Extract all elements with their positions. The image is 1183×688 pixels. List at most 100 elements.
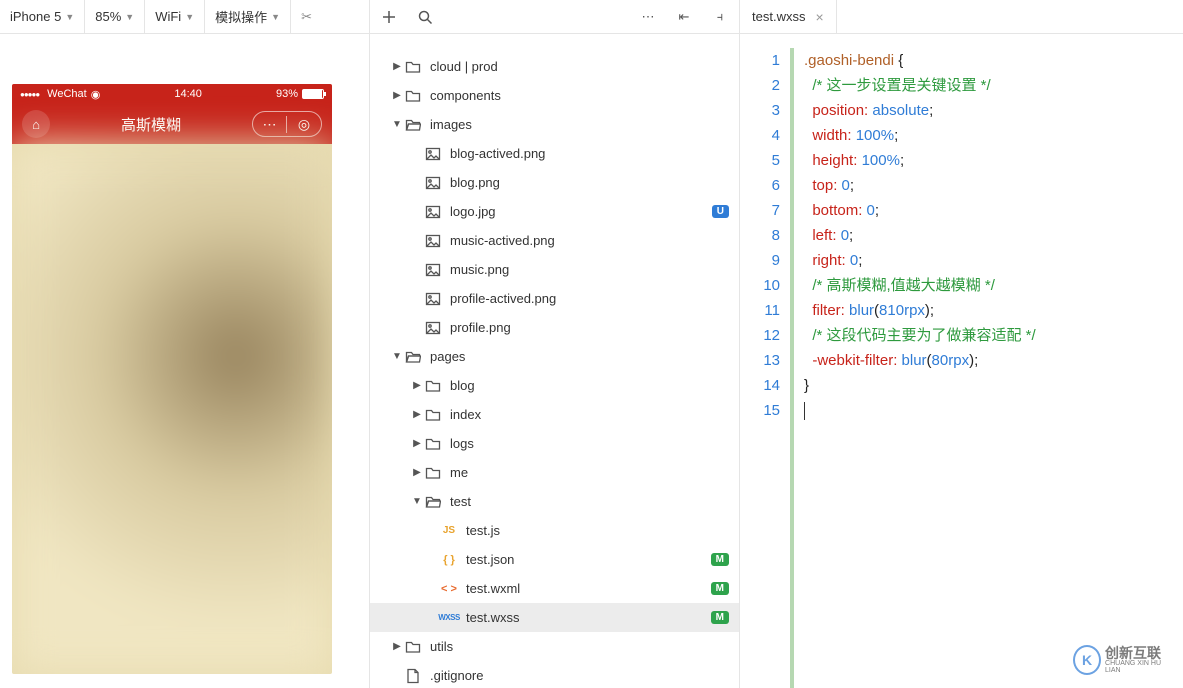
folder-open-icon — [404, 116, 422, 134]
line-number: 8 — [740, 223, 780, 248]
editor-tabs: test.wxss × — [740, 0, 1183, 34]
mock-label: 模拟操作 — [215, 7, 267, 26]
cut-icon[interactable]: ✂ — [291, 0, 322, 33]
close-icon[interactable]: × — [815, 9, 823, 25]
line-number: 4 — [740, 123, 780, 148]
line-number: 12 — [740, 323, 780, 348]
caret-icon: ▶ — [410, 380, 424, 391]
add-file-icon[interactable] — [378, 6, 400, 28]
caret-icon: ▼ — [410, 496, 424, 507]
tree-item-profile-png[interactable]: profile.png — [370, 313, 739, 342]
tree-item-label: profile-actived.png — [450, 291, 729, 306]
image-icon — [424, 203, 442, 221]
tree-item-logo-jpg[interactable]: logo.jpgU — [370, 197, 739, 226]
mock-select[interactable]: 模拟操作▼ — [205, 0, 291, 33]
tree-item-label: music-actived.png — [450, 233, 729, 248]
layout-icon[interactable]: ⫞ — [709, 6, 731, 28]
file-tree[interactable]: ▶cloud | prod▶components▼imagesblog-acti… — [370, 34, 739, 688]
tree-item-index[interactable]: ▶index — [370, 400, 739, 429]
tree-item-blog-actived-png[interactable]: blog-actived.png — [370, 139, 739, 168]
tree-item-label: profile.png — [450, 320, 729, 335]
device-select[interactable]: iPhone 5▼ — [0, 0, 85, 33]
search-icon[interactable] — [414, 6, 436, 28]
tree-item-music-png[interactable]: music.png — [370, 255, 739, 284]
network-select[interactable]: WiFi▼ — [145, 0, 205, 33]
tree-item-test-wxss[interactable]: WXSStest.wxssM — [370, 603, 739, 632]
battery-label: 93% — [276, 88, 298, 100]
tree-item-label: cloud | prod — [430, 59, 729, 74]
editor-tab-testwxss[interactable]: test.wxss × — [740, 0, 837, 33]
tree-item-test-wxml[interactable]: < >test.wxmlM — [370, 574, 739, 603]
tree-item-blog[interactable]: ▶ blog — [370, 371, 739, 400]
folder-icon — [424, 406, 442, 424]
line-number: 5 — [740, 148, 780, 173]
tree-item--gitignore[interactable]: .gitignore — [370, 661, 739, 688]
tree-item-label: test.json — [466, 552, 711, 567]
wxml-icon: < > — [440, 580, 458, 598]
image-icon — [424, 290, 442, 308]
tree-item-utils[interactable]: ▶ utils — [370, 632, 739, 661]
tree-item-pages[interactable]: ▼pages — [370, 342, 739, 371]
tree-item-cloud---prod[interactable]: ▶cloud | prod — [370, 52, 739, 81]
folder-icon — [424, 435, 442, 453]
tree-item-images[interactable]: ▼images — [370, 110, 739, 139]
watermark: K 创新互联 CHUANG XIN HU LIAN — [1073, 642, 1173, 678]
tree-item-blog-png[interactable]: blog.png — [370, 168, 739, 197]
capsule-button[interactable]: ⋯ ◎ — [252, 111, 322, 137]
zoom-select[interactable]: 85%▼ — [85, 0, 145, 33]
watermark-sub: CHUANG XIN HU LIAN — [1105, 660, 1173, 674]
tree-item-label: utils — [430, 639, 729, 654]
editor-body[interactable]: 123456789101112131415 .gaoshi-bendi { /*… — [740, 34, 1183, 688]
tree-item-test-json[interactable]: { } test.jsonM — [370, 545, 739, 574]
target-icon[interactable]: ◎ — [287, 116, 321, 133]
folder-icon — [424, 464, 442, 482]
tree-item-components[interactable]: ▶components — [370, 81, 739, 110]
folder-icon — [404, 638, 422, 656]
wifi-icon: ◉ — [91, 88, 101, 101]
image-icon — [424, 232, 442, 250]
more-icon[interactable]: ⋯ — [253, 116, 287, 133]
watermark-brand: 创新互联 — [1105, 646, 1173, 660]
tree-item-test-js[interactable]: JStest.js — [370, 516, 739, 545]
line-number: 1 — [740, 48, 780, 73]
tree-item-label: pages — [430, 349, 729, 364]
more-icon[interactable]: ⋯ — [637, 6, 659, 28]
tree-item-label: images — [430, 117, 729, 132]
tree-item-label: blog — [450, 378, 729, 393]
image-icon — [424, 145, 442, 163]
watermark-logo-icon: K — [1073, 645, 1101, 675]
line-number: 9 — [740, 248, 780, 273]
line-number: 11 — [740, 298, 780, 323]
image-icon — [424, 261, 442, 279]
status-badge: M — [711, 553, 729, 566]
file-icon — [404, 667, 422, 685]
tree-item-label: index — [450, 407, 729, 422]
tree-item-label: components — [430, 88, 729, 103]
caret-icon: ▶ — [390, 641, 404, 652]
chevron-down-icon: ▼ — [125, 12, 134, 22]
tree-item-label: test.wxss — [466, 610, 711, 625]
tree-item-label: test.wxml — [466, 581, 711, 596]
tree-item-profile-actived-png[interactable]: profile-actived.png — [370, 284, 739, 313]
wxss-icon: WXSS — [440, 609, 458, 627]
home-icon[interactable]: ⌂ — [22, 110, 50, 138]
code-content[interactable]: .gaoshi-bendi { /* 这一步设置是关键设置 */ positio… — [790, 34, 1183, 688]
simulator-toolbar: iPhone 5▼ 85%▼ WiFi▼ 模拟操作▼ ✂ — [0, 0, 369, 34]
line-number: 7 — [740, 198, 780, 223]
folder-open-icon — [404, 348, 422, 366]
tree-item-me[interactable]: ▶me — [370, 458, 739, 487]
cursor — [804, 402, 805, 420]
folder-open-icon — [424, 493, 442, 511]
tree-item-test[interactable]: ▼test — [370, 487, 739, 516]
json-icon: { } — [440, 551, 458, 569]
tree-item-logs[interactable]: ▶logs — [370, 429, 739, 458]
js-icon: JS — [440, 522, 458, 540]
phone-status-bar: WeChat◉ 14:40 93% — [12, 84, 332, 104]
collapse-icon[interactable]: ⇤ — [673, 6, 695, 28]
caret-icon: ▶ — [410, 467, 424, 478]
line-number: 6 — [740, 173, 780, 198]
tree-item-music-actived-png[interactable]: music-actived.png — [370, 226, 739, 255]
image-icon — [424, 174, 442, 192]
tab-label: test.wxss — [752, 9, 805, 24]
tree-item-label: .gitignore — [430, 668, 729, 683]
